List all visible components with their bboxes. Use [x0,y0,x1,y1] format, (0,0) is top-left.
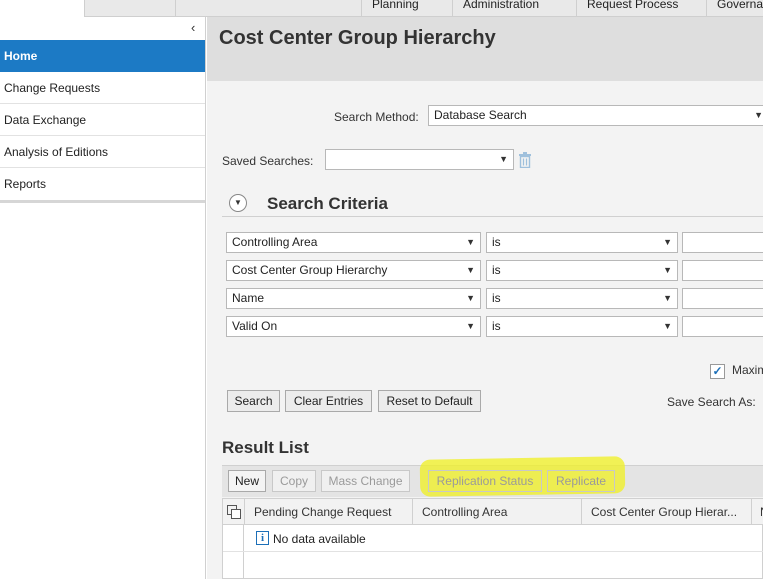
no-data-text: No data available [273,532,366,546]
title-band: Cost Center Group Hierarchy [207,17,763,81]
criteria-field-select[interactable]: Valid On ▼ [226,316,481,337]
chevron-left-icon[interactable]: ‹ [191,21,203,35]
result-table: Pending Change Request Controlling Area … [222,498,763,579]
criteria-value-input[interactable] [682,288,763,309]
replication-status-button[interactable]: Replication Status [428,470,542,492]
trash-icon[interactable] [518,152,532,168]
sidebar-nav-list: Home Change Requests Data Exchange Analy… [0,40,205,203]
top-tab-governance[interactable]: Governance [706,0,763,17]
logo-area [0,0,84,17]
replicate-button[interactable]: Replicate [547,470,615,492]
saved-searches-select[interactable]: ▼ [325,149,514,170]
saved-searches-label: Saved Searches: [222,154,314,168]
criteria-operator-select[interactable]: is ▼ [486,232,678,253]
clear-entries-button[interactable]: Clear Entries [285,390,372,412]
top-tab-request-process[interactable]: Request Process [576,0,706,17]
search-criteria-title: Search Criteria [267,194,388,213]
sidebar-item-reports[interactable]: Reports [0,168,205,200]
chevron-down-icon: ▼ [466,321,475,331]
criteria-operator-select[interactable]: is ▼ [486,316,678,337]
top-tab-blank-1[interactable] [84,0,175,17]
column-header-name[interactable]: N [751,499,763,525]
chevron-down-icon: ▼ [663,237,672,247]
reset-to-default-button[interactable]: Reset to Default [378,390,481,412]
result-list-title: Result List [222,438,309,457]
table-row: i No data available [223,525,763,552]
sidebar-item-home[interactable]: Home [0,40,205,72]
column-header-cost-center-group-hierarchy[interactable]: Cost Center Group Hierar... [581,499,751,525]
criteria-operator-value: is [492,291,501,305]
chevron-down-icon: ▼ [663,293,672,303]
sidebar-item-change-requests[interactable]: Change Requests [0,72,205,104]
criteria-field-value: Valid On [232,319,278,333]
criteria-value-input[interactable] [682,316,763,337]
checkmark-icon: ✓ [712,364,723,378]
chevron-down-icon: ▼ [466,265,475,275]
criteria-operator-select[interactable]: is ▼ [486,288,678,309]
save-search-as-label: Save Search As: [667,395,756,409]
search-method-label: Search Method: [334,110,419,124]
chevron-down-icon: ▼ [754,110,763,120]
chevron-down-icon: ▼ [466,293,475,303]
max-hits-checkbox[interactable]: ✓ [710,364,725,379]
max-hits-label: Maxim [732,363,763,377]
column-header-pending-change-request[interactable]: Pending Change Request [244,499,412,525]
top-navigation-bar: Planning Administration Request Process … [0,0,763,17]
criteria-field-value: Controlling Area [232,235,318,249]
criteria-field-value: Name [232,291,265,305]
top-tab-blank-2[interactable] [175,0,361,17]
criteria-value-input[interactable] [682,232,763,253]
chevron-down-icon: ▼ [499,154,508,164]
section-divider [222,216,763,217]
collapse-circle-icon[interactable]: ▼ [229,194,247,212]
select-all-icon[interactable] [227,505,241,519]
new-button[interactable]: New [228,470,266,492]
row-selector[interactable] [223,525,244,551]
criteria-field-value: Cost Center Group Hierarchy [232,263,388,277]
copy-button[interactable]: Copy [272,470,316,492]
criteria-field-select[interactable]: Name ▼ [226,288,481,309]
mass-change-button[interactable]: Mass Change [321,470,410,492]
criteria-operator-select[interactable]: is ▼ [486,260,678,281]
search-button[interactable]: Search [227,390,280,412]
info-icon: i [256,531,269,545]
search-method-value: Database Search [434,108,527,122]
table-header: Pending Change Request Controlling Area … [223,499,763,525]
chevron-down-icon: ▼ [663,265,672,275]
top-tab-administration[interactable]: Administration [452,0,576,17]
chevron-down-icon: ▼ [663,321,672,331]
sidebar-item-data-exchange[interactable]: Data Exchange [0,104,205,136]
criteria-value-input[interactable] [682,260,763,281]
top-tab-planning[interactable]: Planning [361,0,452,17]
main-content: Cost Center Group Hierarchy Search Metho… [207,17,763,579]
criteria-operator-value: is [492,319,501,333]
search-method-select[interactable]: Database Search ▼ [428,105,763,126]
row-selector[interactable] [223,552,244,579]
column-header-controlling-area[interactable]: Controlling Area [412,499,581,525]
criteria-operator-value: is [492,235,501,249]
chevron-down-icon: ▼ [466,237,475,247]
criteria-field-select[interactable]: Cost Center Group Hierarchy ▼ [226,260,481,281]
page-title: Cost Center Group Hierarchy [219,27,496,49]
table-row [223,552,763,579]
criteria-operator-value: is [492,263,501,277]
sidebar-item-analysis-of-editions[interactable]: Analysis of Editions [0,136,205,168]
sidebar: ‹ Home Change Requests Data Exchange Ana… [0,17,206,579]
criteria-field-select[interactable]: Controlling Area ▼ [226,232,481,253]
